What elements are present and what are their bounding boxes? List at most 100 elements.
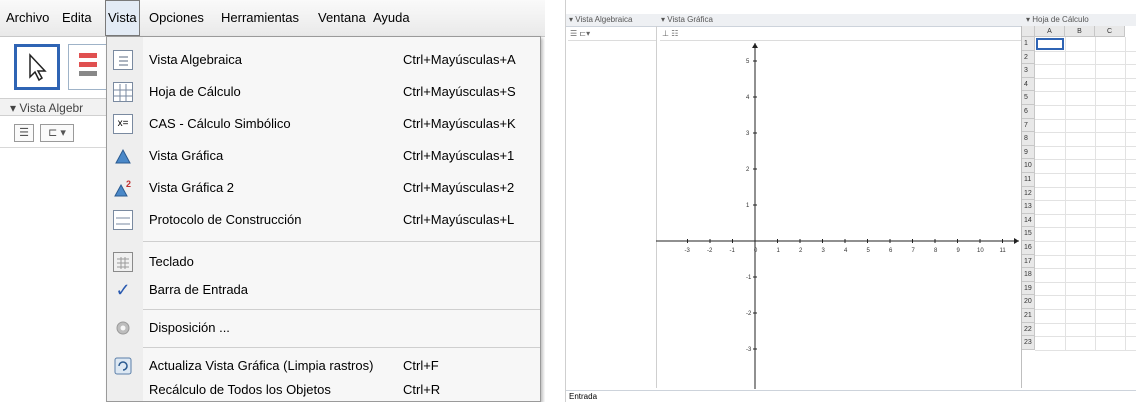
row-header[interactable]: 18 bbox=[1022, 268, 1035, 282]
menu-opciones[interactable]: Opciones bbox=[149, 0, 204, 36]
menu-item-vista-algebraica[interactable]: Vista Algebraica Ctrl+Mayúsculas+A bbox=[107, 45, 540, 75]
column-header[interactable]: C bbox=[1095, 26, 1125, 37]
spreadsheet-view[interactable]: A B C 1 2 3 4 5 6 7 8 9 10 11 12 13 14 15 16 17 18 19 20 21 22 23 bbox=[1021, 26, 1136, 388]
input-bar[interactable]: Entrada bbox=[566, 390, 1136, 403]
algebra-toolbar[interactable]: ☰ ⊏▾ bbox=[568, 27, 656, 41]
grid-line bbox=[1035, 159, 1136, 161]
row-header[interactable]: 14 bbox=[1022, 213, 1035, 228]
menu-ayuda[interactable]: Ayuda bbox=[373, 0, 410, 36]
row-header[interactable]: 6 bbox=[1022, 105, 1035, 119]
geogebra-window-left: Archivo Edita Vista Opciones Herramienta… bbox=[0, 0, 545, 402]
menu-item-protocolo[interactable]: Protocolo de Construcción Ctrl+Mayúscula… bbox=[107, 205, 540, 235]
row-header[interactable]: 11 bbox=[1022, 173, 1035, 187]
graphics-view-canvas[interactable]: -3 -2 -1 0 1 2 3 4 5 6 7 8 9 10 11 5 4 3 2 1 -1 -2 -3 bbox=[656, 41, 1021, 389]
menu-item-shortcut: Ctrl+Mayúsculas+S bbox=[403, 84, 516, 99]
grid-line bbox=[1035, 254, 1136, 256]
row-header[interactable]: 13 bbox=[1022, 200, 1035, 214]
x-tick-label: 9 bbox=[957, 248, 961, 254]
row-header[interactable]: 4 bbox=[1022, 77, 1035, 92]
grid-line bbox=[1035, 295, 1136, 297]
x-tick-label: 0 bbox=[754, 248, 758, 254]
menu-item-label: Hoja de Cálculo bbox=[149, 84, 241, 99]
input-bar-label: Entrada bbox=[569, 392, 598, 401]
row-header[interactable]: 20 bbox=[1022, 295, 1035, 309]
menu-item-barra-entrada[interactable]: ✓ Barra de Entrada bbox=[107, 275, 540, 305]
grid-line bbox=[1035, 322, 1136, 324]
menu-item-shortcut: Ctrl+Mayúsculas+A bbox=[403, 52, 516, 67]
grid-line bbox=[1035, 309, 1136, 310]
grid-line bbox=[1035, 105, 1136, 106]
x-tick-label: 3 bbox=[822, 248, 826, 254]
menu-item-teclado[interactable]: Teclado bbox=[107, 247, 540, 277]
row-header[interactable]: 23 bbox=[1022, 336, 1035, 350]
row-header[interactable]: 10 bbox=[1022, 159, 1035, 173]
menu-item-label: Disposición ... bbox=[149, 320, 230, 335]
algebra-style-button[interactable]: ☰ bbox=[14, 124, 34, 142]
row-header[interactable]: 8 bbox=[1022, 132, 1035, 146]
algebra-view-title-label: Vista Algebraica bbox=[575, 15, 633, 24]
grid-line bbox=[1035, 173, 1136, 174]
menu-item-shortcut: Ctrl+Mayúsculas+K bbox=[403, 116, 516, 131]
x-tick-label: 8 bbox=[934, 248, 938, 254]
grid-line bbox=[1035, 50, 1136, 52]
algebra-view-title: ▾ Vista Algebraica bbox=[566, 14, 659, 27]
x-tick-label: 7 bbox=[912, 248, 916, 254]
grid-line bbox=[1095, 37, 1096, 350]
refresh-icon bbox=[113, 356, 133, 376]
spreadsheet-view-icon bbox=[113, 82, 133, 102]
x-axis-arrow-icon bbox=[1014, 238, 1019, 244]
algebra-view-icon bbox=[113, 50, 133, 70]
menu-item-shortcut: Ctrl+R bbox=[403, 382, 441, 397]
menu-item-vista-grafica-2[interactable]: 2 Vista Gráfica 2 Ctrl+Mayúsculas+2 bbox=[107, 173, 540, 203]
selected-cell[interactable] bbox=[1036, 38, 1064, 50]
menu-edita[interactable]: Edita bbox=[62, 0, 92, 36]
cursor-arrow-icon bbox=[29, 53, 47, 82]
menu-ventana[interactable]: Ventana bbox=[318, 0, 366, 36]
x-tick-label: 10 bbox=[977, 248, 984, 254]
row-header[interactable]: 9 bbox=[1022, 145, 1035, 160]
menu-item-recalculo[interactable]: Recálculo de Todos los Objetos Ctrl+R bbox=[107, 375, 540, 402]
row-header[interactable]: 1 bbox=[1022, 37, 1035, 51]
spreadsheet-tool-button[interactable] bbox=[68, 44, 108, 90]
graphics-view-title-label: Vista Gráfica bbox=[667, 15, 713, 24]
row-header[interactable]: 16 bbox=[1022, 241, 1035, 255]
menu-item-label: Vista Gráfica 2 bbox=[149, 180, 235, 195]
menu-item-label: Vista Gráfica bbox=[149, 148, 224, 163]
row-header[interactable]: 2 bbox=[1022, 50, 1035, 65]
menu-item-hoja-de-calculo[interactable]: Hoja de Cálculo Ctrl+Mayúsculas+S bbox=[107, 77, 540, 107]
column-header[interactable]: A bbox=[1035, 26, 1065, 37]
construction-protocol-icon bbox=[113, 210, 133, 230]
algebra-sort-button[interactable]: ⊏ ▾ bbox=[40, 124, 74, 142]
grid-line bbox=[1035, 336, 1136, 338]
menu-item-vista-grafica[interactable]: Vista Gráfica Ctrl+Mayúsculas+1 bbox=[107, 141, 540, 171]
move-tool-button[interactable] bbox=[14, 44, 60, 90]
row-header[interactable]: 12 bbox=[1022, 186, 1035, 201]
grid-line bbox=[1035, 132, 1136, 134]
list-tool-icon bbox=[79, 53, 97, 76]
y-tick-label: 3 bbox=[746, 131, 750, 137]
menu-item-cas[interactable]: x= CAS - Cálculo Simbólico Ctrl+Mayúscul… bbox=[107, 109, 540, 139]
algebra-view-header-label: Vista Algebr bbox=[19, 101, 84, 115]
cas-view-icon: x= bbox=[113, 114, 133, 134]
x-tick-label: -1 bbox=[730, 248, 736, 254]
y-tick-label: -1 bbox=[746, 275, 752, 281]
menu-archivo[interactable]: Archivo bbox=[6, 0, 49, 36]
menu-herramientas[interactable]: Herramientas bbox=[221, 0, 299, 36]
menu-item-disposicion[interactable]: Disposición ... bbox=[107, 313, 540, 343]
row-header[interactable]: 17 bbox=[1022, 254, 1035, 269]
row-header[interactable]: 3 bbox=[1022, 64, 1035, 78]
column-header[interactable]: B bbox=[1065, 26, 1095, 37]
row-header[interactable]: 15 bbox=[1022, 227, 1035, 241]
x-tick-label: 6 bbox=[889, 248, 893, 254]
row-header[interactable]: 19 bbox=[1022, 281, 1035, 296]
layout-gear-icon bbox=[113, 318, 133, 338]
menu-vista[interactable]: Vista bbox=[105, 0, 140, 36]
menu-item-shortcut: Ctrl+Mayúsculas+1 bbox=[403, 148, 515, 163]
row-header[interactable]: 22 bbox=[1022, 322, 1035, 337]
row-header[interactable]: 5 bbox=[1022, 91, 1035, 105]
menu-separator bbox=[143, 309, 540, 310]
menu-separator bbox=[143, 241, 540, 242]
graphics-toolbar[interactable]: ⊥ ☷ bbox=[660, 27, 1022, 41]
row-header[interactable]: 7 bbox=[1022, 118, 1035, 133]
row-header[interactable]: 21 bbox=[1022, 309, 1035, 323]
